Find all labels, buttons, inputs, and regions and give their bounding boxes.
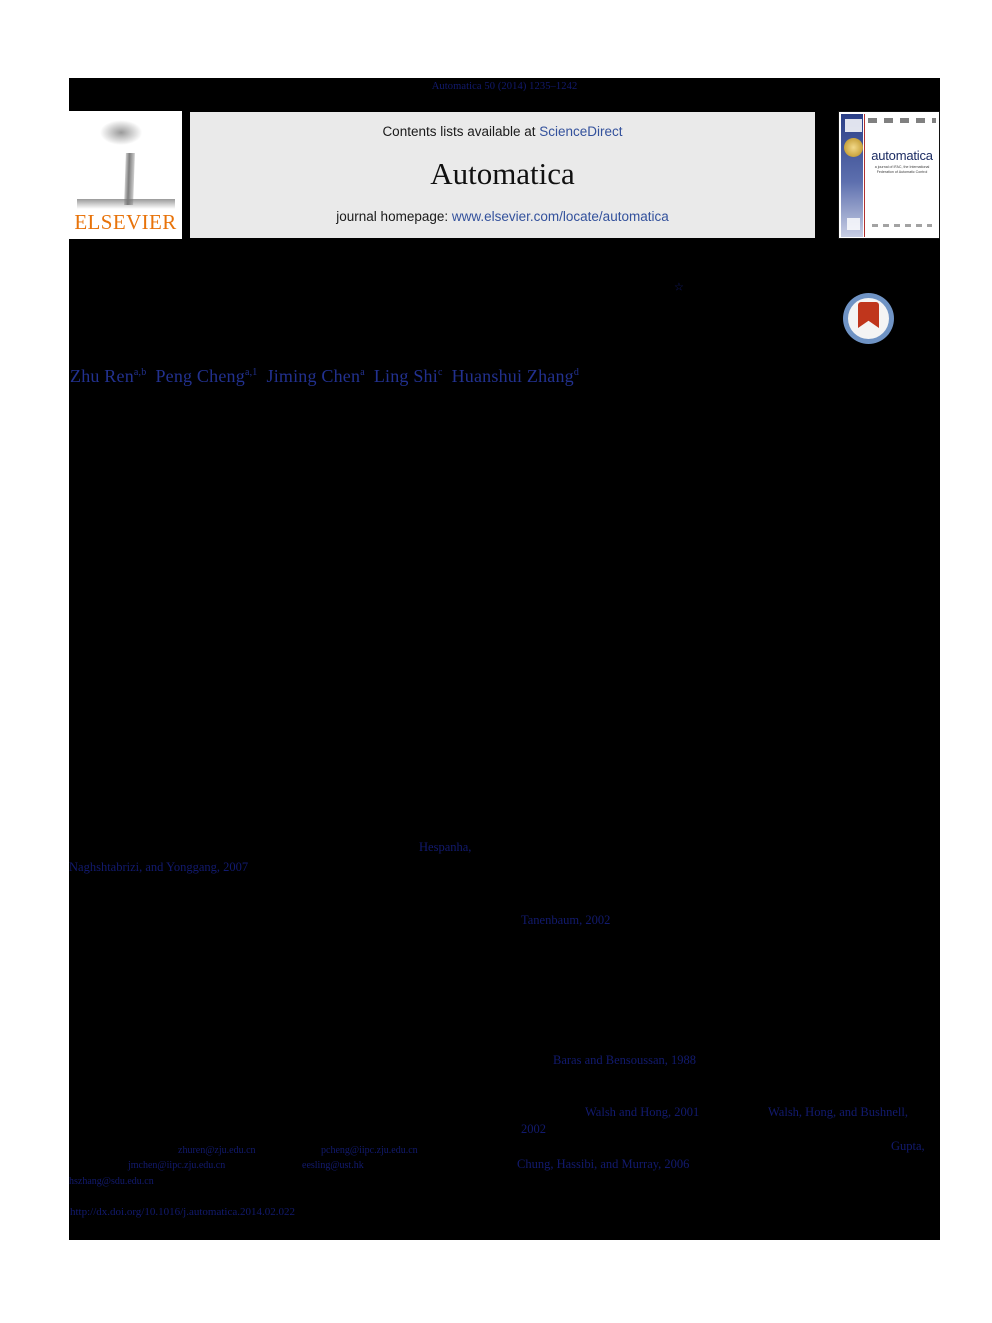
citation-link-chung[interactable]: Chung, Hassibi, and Murray, 2006 <box>517 1157 689 1172</box>
citation-link-baras[interactable]: Baras and Bensoussan, 1988 <box>553 1053 696 1068</box>
author-list: Zhu Rena,b Peng Chenga,1 Jiming Chena Ling … <box>70 366 930 387</box>
citation-link-hespanha-2[interactable]: Naghshtabrizi, and Yonggang, 2007 <box>69 860 248 875</box>
homepage-prefix-text: journal homepage: <box>336 209 452 224</box>
issn-copyright-line: 0005-1098/$ – see front matter © 2014 El… <box>70 1190 331 1200</box>
email-link-5[interactable]: hszhang@sdu.edu.cn <box>69 1176 154 1187</box>
citation-link-hespanha-1[interactable]: Hespanha, <box>419 840 471 855</box>
journal-title: Automatica <box>430 156 575 191</box>
page-title: Dynamic sensor transmission power schedu… <box>71 280 672 302</box>
cover-footer-rule <box>872 224 932 227</box>
email-link-1[interactable]: zhuren@zju.edu.cn <box>178 1145 256 1156</box>
citation-link-walsh-hong[interactable]: Walsh and Hong, 2001 <box>585 1105 699 1120</box>
citation-link-walsh-hong-bushnell[interactable]: Walsh, Hong, and Bushnell, <box>768 1105 908 1120</box>
ifac-badge-icon <box>845 119 862 132</box>
cover-issue-line <box>868 118 936 123</box>
cover-rule <box>864 114 865 237</box>
journal-banner: Contents lists available at ScienceDirec… <box>190 112 815 238</box>
tree-ground-icon <box>77 199 175 209</box>
email-link-3[interactable]: jmchen@iipc.zju.edu.cn <box>128 1160 225 1171</box>
journal-homepage-link[interactable]: www.elsevier.com/locate/automatica <box>452 209 669 224</box>
author-affil-marker[interactable]: c <box>438 367 443 378</box>
masthead: ELSEVIER Contents lists available at Sci… <box>69 111 940 239</box>
anniversary-seal-icon <box>844 138 863 157</box>
contents-available-line: Contents lists available at ScienceDirec… <box>190 124 815 139</box>
journal-page-sheet: Automatica 50 (2014) 1235–1242 ELSEVIER … <box>69 78 940 1240</box>
journal-cover-thumbnail: automatica a journal of IFAC, the Intern… <box>838 111 940 239</box>
citation-link-gupta[interactable]: Gupta, <box>891 1139 925 1154</box>
email-link-2[interactable]: pcheng@iipc.zju.edu.cn <box>321 1145 418 1156</box>
cover-spine <box>841 114 863 237</box>
author-name[interactable]: Huanshui Zhang <box>452 366 574 386</box>
author-name[interactable]: Zhu Ren <box>70 366 134 386</box>
email-link-4[interactable]: eesling@ust.hk <box>302 1160 364 1171</box>
elsevier-logo: ELSEVIER <box>69 111 182 239</box>
running-head: Automatica 50 (2014) 1235–1242 <box>431 81 578 92</box>
author-name[interactable]: Peng Cheng <box>155 366 245 386</box>
sciencedirect-link[interactable]: ScienceDirect <box>539 124 622 139</box>
citation-link-tanenbaum[interactable]: Tanenbaum, 2002 <box>521 913 610 928</box>
author-name[interactable]: Jiming Chen <box>266 366 360 386</box>
cover-tagline: a journal of IFAC, the International Fed… <box>874 165 930 174</box>
citation-link-walsh-year[interactable]: 2002 <box>521 1122 546 1137</box>
author-affil-marker[interactable]: a,1 <box>245 367 258 378</box>
author-name[interactable]: Ling Shi <box>374 366 438 386</box>
tree-trunk-icon <box>124 153 135 205</box>
title-block: Dynamic sensor transmission power schedu… <box>69 278 940 304</box>
author-affil-marker[interactable]: a,b <box>134 367 147 378</box>
author-affil-marker[interactable]: a <box>360 367 365 378</box>
elsevier-tree-icon <box>71 113 180 211</box>
contents-prefix-text: Contents lists available at <box>382 124 540 139</box>
cover-journal-name: automatica <box>871 148 933 163</box>
footnote-rule <box>70 1130 220 1131</box>
title-footnote-marker[interactable]: ☆ <box>674 282 684 294</box>
elsevier-wordmark: ELSEVIER <box>74 210 177 234</box>
author-affil-marker[interactable]: d <box>574 367 579 378</box>
ifac-footer-icon <box>847 218 860 230</box>
journal-homepage-line: journal homepage: www.elsevier.com/locat… <box>190 209 815 224</box>
doi-link[interactable]: http://dx.doi.org/10.1016/j.automatica.2… <box>70 1206 295 1218</box>
